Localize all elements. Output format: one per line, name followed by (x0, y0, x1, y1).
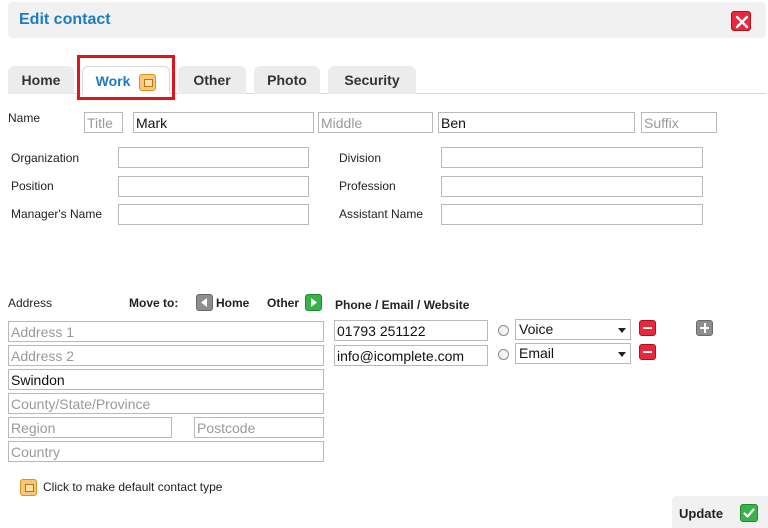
profession-label: Profession (339, 179, 396, 193)
managers-name-input[interactable] (118, 204, 309, 225)
chevron-down-icon (618, 352, 626, 357)
address2-input[interactable] (8, 345, 324, 366)
country-input[interactable] (8, 441, 324, 462)
tab-other[interactable]: Other (178, 66, 246, 94)
dialog-title: Edit contact (19, 11, 111, 28)
default-contact-type-icon (20, 479, 37, 496)
remove-phone-icon[interactable] (639, 320, 656, 336)
middle-name-input[interactable] (318, 112, 433, 133)
name-label: Name (8, 111, 41, 125)
tab-photo-label: Photo (267, 72, 307, 88)
check-icon (740, 504, 758, 522)
remove-email-icon[interactable] (639, 344, 656, 360)
suffix-input[interactable] (641, 112, 717, 133)
default-contact-hint: Click to make default contact type (43, 480, 223, 494)
phone-type-select[interactable]: Voice (515, 319, 631, 340)
chevron-down-icon (618, 328, 626, 333)
tab-other-label: Other (193, 72, 231, 88)
update-label: Update (679, 506, 724, 521)
division-label: Division (339, 151, 382, 165)
position-label: Position (11, 179, 54, 193)
email-type-value: Email (519, 345, 555, 361)
move-to-home-link[interactable]: Home (216, 296, 249, 310)
arrow-right-icon[interactable] (305, 294, 322, 311)
tab-photo[interactable]: Photo (254, 66, 320, 94)
phone-type-value: Voice (519, 321, 554, 337)
address-label: Address (8, 296, 53, 310)
tab-security-label: Security (344, 72, 400, 88)
assistant-name-label: Assistant Name (339, 207, 424, 221)
address1-input[interactable] (8, 321, 324, 342)
postcode-input[interactable] (194, 417, 324, 438)
phone-input[interactable] (334, 320, 488, 341)
first-name-input[interactable] (133, 112, 314, 133)
tab-home[interactable]: Home (8, 66, 74, 94)
organization-label: Organization (11, 151, 80, 165)
email-default-radio[interactable] (498, 349, 509, 360)
dialog-header: Edit contact (8, 2, 766, 38)
county-input[interactable] (8, 393, 324, 414)
profession-input[interactable] (441, 176, 703, 197)
email-type-select[interactable]: Email (515, 343, 631, 364)
tab-highlight-box (77, 55, 175, 100)
tab-home-label: Home (21, 72, 61, 88)
city-input[interactable] (8, 369, 324, 390)
division-input[interactable] (441, 147, 703, 168)
assistant-name-input[interactable] (441, 204, 703, 225)
move-to-label: Move to: (129, 296, 179, 310)
region-input[interactable] (8, 417, 172, 438)
tab-security[interactable]: Security (328, 66, 416, 94)
email-input[interactable] (334, 345, 488, 366)
add-contact-method-icon[interactable] (696, 320, 713, 336)
contact-methods-heading: Phone / Email / Website (335, 298, 470, 312)
close-icon[interactable] (731, 11, 751, 31)
managers-name-label: Manager's Name (11, 207, 102, 221)
update-button[interactable]: Update (672, 496, 768, 528)
arrow-left-icon[interactable] (196, 294, 213, 311)
phone-default-radio[interactable] (498, 325, 509, 336)
title-input[interactable] (84, 112, 123, 133)
move-to-other-link[interactable]: Other (267, 296, 299, 310)
organization-input[interactable] (118, 147, 309, 168)
last-name-input[interactable] (438, 112, 635, 133)
position-input[interactable] (118, 176, 309, 197)
